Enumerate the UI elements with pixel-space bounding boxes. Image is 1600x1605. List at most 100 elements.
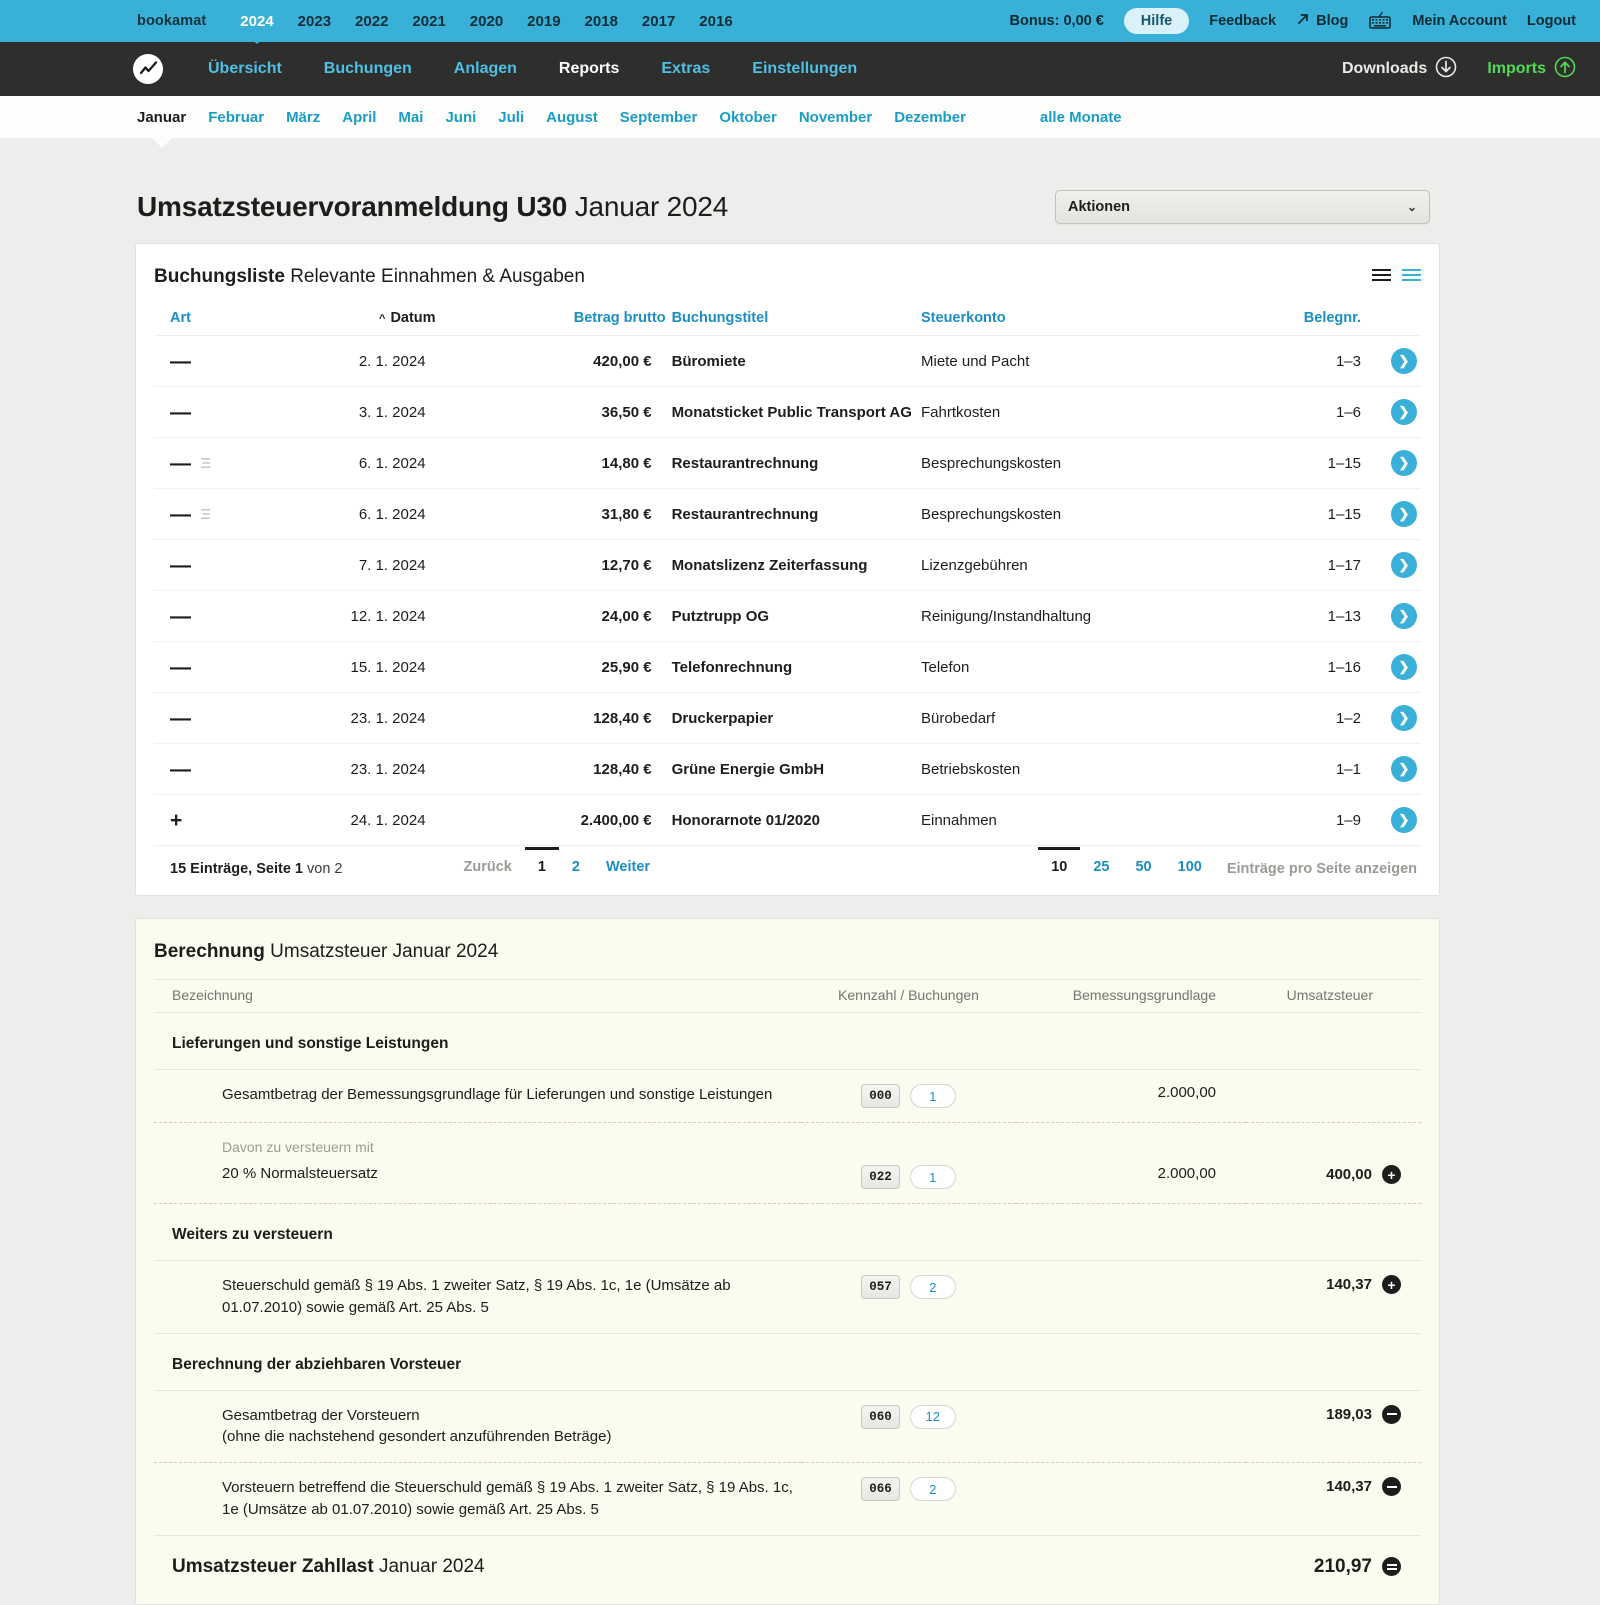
pagination-controls[interactable]: Zurück12Weiter (451, 859, 664, 879)
year-2023[interactable]: 2023 (286, 13, 343, 30)
booking-amount: 420,00 € (436, 336, 666, 387)
chevron-right-icon[interactable]: ❯ (1391, 450, 1417, 476)
month-märz[interactable]: März (275, 109, 331, 126)
chevron-right-icon[interactable]: ❯ (1391, 552, 1417, 578)
all-months-link[interactable]: alle Monate (1040, 109, 1122, 126)
month-juni[interactable]: Juni (434, 109, 487, 126)
booking-type-cell: — (154, 387, 229, 438)
table-row[interactable]: +24. 1. 20242.400,00 €Honorarnote 01/202… (154, 795, 1421, 846)
col-datum[interactable]: ^Datum (229, 303, 436, 336)
compact-view-icon[interactable] (1372, 268, 1391, 287)
year-2016[interactable]: 2016 (687, 13, 744, 30)
page-size-50[interactable]: 50 (1122, 847, 1164, 879)
my-account-link[interactable]: Mein Account (1412, 13, 1507, 29)
month-april[interactable]: April (331, 109, 387, 126)
month-oktober[interactable]: Oktober (708, 109, 788, 126)
blog-link[interactable]: Blog (1296, 12, 1348, 30)
month-juli[interactable]: Juli (487, 109, 535, 126)
year-selector[interactable]: 202420232022202120202019201820172016 (228, 13, 744, 30)
col-betrag[interactable]: Betrag brutto (436, 303, 666, 336)
actions-dropdown[interactable]: Aktionen ⌄ (1055, 190, 1430, 224)
year-2021[interactable]: 2021 (400, 13, 457, 30)
calc-row3-kennzahl-cell: 057 2 (801, 1261, 1016, 1334)
chevron-right-icon[interactable]: ❯ (1391, 603, 1417, 629)
pagination-next[interactable]: Weiter (593, 847, 663, 879)
chevron-right-icon[interactable]: ❯ (1391, 756, 1417, 782)
table-row[interactable]: —23. 1. 2024128,40 €DruckerpapierBürobed… (154, 693, 1421, 744)
month-links[interactable]: JanuarFebruarMärzAprilMaiJuniJuliAugustS… (126, 109, 977, 126)
month-september[interactable]: September (609, 109, 709, 126)
nav-item-anlagen[interactable]: Anlagen (433, 60, 538, 78)
booking-amount: 2.400,00 € (436, 795, 666, 846)
month-januar[interactable]: Januar (126, 109, 197, 126)
page-size-10[interactable]: 10 (1038, 847, 1080, 879)
bookings-count-pill[interactable]: 2 (910, 1275, 956, 1299)
table-row[interactable]: —12. 1. 202424,00 €Putztrupp OGReinigung… (154, 591, 1421, 642)
chevron-right-icon[interactable]: ❯ (1391, 501, 1417, 527)
logout-link[interactable]: Logout (1527, 13, 1576, 29)
year-2019[interactable]: 2019 (515, 13, 572, 30)
app-logo-icon[interactable] (133, 54, 163, 84)
booking-open-cell: ❯ (1361, 387, 1421, 438)
page-size-25[interactable]: 25 (1080, 847, 1122, 879)
table-row[interactable]: —7. 1. 202412,70 €Monatslizenz Zeiterfas… (154, 540, 1421, 591)
nav-item-reports[interactable]: Reports (538, 60, 640, 78)
month-februar[interactable]: Februar (197, 109, 275, 126)
month-november[interactable]: November (788, 109, 883, 126)
nav-item-bersicht[interactable]: Übersicht (187, 60, 303, 78)
booking-amount: 128,40 € (436, 693, 666, 744)
table-row[interactable]: —2. 1. 2024420,00 €BüromieteMiete und Pa… (154, 336, 1421, 387)
booking-sign: — (170, 402, 191, 423)
page-size-100[interactable]: 100 (1165, 847, 1215, 879)
nav-links[interactable]: ÜbersichtBuchungenAnlagenReportsExtrasEi… (187, 60, 878, 78)
page-size-options[interactable]: 102550100 (1038, 859, 1215, 879)
year-2022[interactable]: 2022 (343, 13, 400, 30)
calc-total-label: Umsatzsteuer Zahllast Januar 2024 (154, 1535, 1246, 1584)
chevron-right-icon[interactable]: ❯ (1391, 807, 1417, 833)
nav-item-extras[interactable]: Extras (640, 60, 731, 78)
col-datum-label: Datum (390, 310, 435, 326)
table-row[interactable]: —6. 1. 202414,80 €RestaurantrechnungBesp… (154, 438, 1421, 489)
chevron-right-icon[interactable]: ❯ (1391, 348, 1417, 374)
booking-account: Reinigung/Instandhaltung (921, 591, 1251, 642)
table-row[interactable]: —15. 1. 202425,90 €TelefonrechnungTelefo… (154, 642, 1421, 693)
downloads-button[interactable]: Downloads (1342, 56, 1457, 83)
help-button[interactable]: Hilfe (1124, 8, 1189, 34)
year-2020[interactable]: 2020 (458, 13, 515, 30)
year-2018[interactable]: 2018 (573, 13, 630, 30)
year-2024[interactable]: 2024 (228, 13, 285, 30)
nav-item-einstellungen[interactable]: Einstellungen (731, 60, 878, 78)
booking-date: 15. 1. 2024 (229, 642, 436, 693)
calc-row5-umsatzsteuer: 140,37 (1326, 1478, 1372, 1495)
bookings-count-pill[interactable]: 2 (910, 1477, 956, 1501)
bookings-count-pill[interactable]: 12 (910, 1405, 956, 1429)
pagination-page-2[interactable]: 2 (559, 847, 593, 879)
col-belegnr[interactable]: Belegnr. (1251, 303, 1361, 336)
month-mai[interactable]: Mai (387, 109, 434, 126)
feedback-link[interactable]: Feedback (1209, 13, 1276, 29)
chevron-right-icon[interactable]: ❯ (1391, 399, 1417, 425)
chevron-right-icon[interactable]: ❯ (1391, 705, 1417, 731)
keyboard-shortcuts-icon[interactable] (1368, 11, 1392, 31)
detailed-view-icon[interactable] (1402, 268, 1421, 287)
month-august[interactable]: August (535, 109, 609, 126)
table-row[interactable]: —3. 1. 202436,50 €Monatsticket Public Tr… (154, 387, 1421, 438)
bookings-count-pill[interactable]: 1 (910, 1084, 956, 1108)
nav-item-buchungen[interactable]: Buchungen (303, 60, 433, 78)
col-steuerkonto[interactable]: Steuerkonto (921, 303, 1251, 336)
booking-receipt-number: 1–6 (1251, 387, 1361, 438)
month-dezember[interactable]: Dezember (883, 109, 977, 126)
col-buchungstitel[interactable]: Buchungstitel (666, 303, 921, 336)
table-row[interactable]: —6. 1. 202431,80 €RestaurantrechnungBesp… (154, 489, 1421, 540)
year-2017[interactable]: 2017 (630, 13, 687, 30)
imports-button[interactable]: Imports (1487, 56, 1576, 83)
col-art[interactable]: Art (154, 303, 229, 336)
calc-row4-label: Gesamtbetrag der Vorsteuern (ohne die na… (154, 1390, 801, 1463)
booking-date: 7. 1. 2024 (229, 540, 436, 591)
table-row[interactable]: —23. 1. 2024128,40 €Grüne Energie GmbHBe… (154, 744, 1421, 795)
booking-sign: + (170, 810, 182, 831)
bookings-count-pill[interactable]: 1 (910, 1165, 956, 1189)
pagination-page-1[interactable]: 1 (525, 847, 559, 879)
chevron-right-icon[interactable]: ❯ (1391, 654, 1417, 680)
booking-sign: — (170, 504, 191, 525)
